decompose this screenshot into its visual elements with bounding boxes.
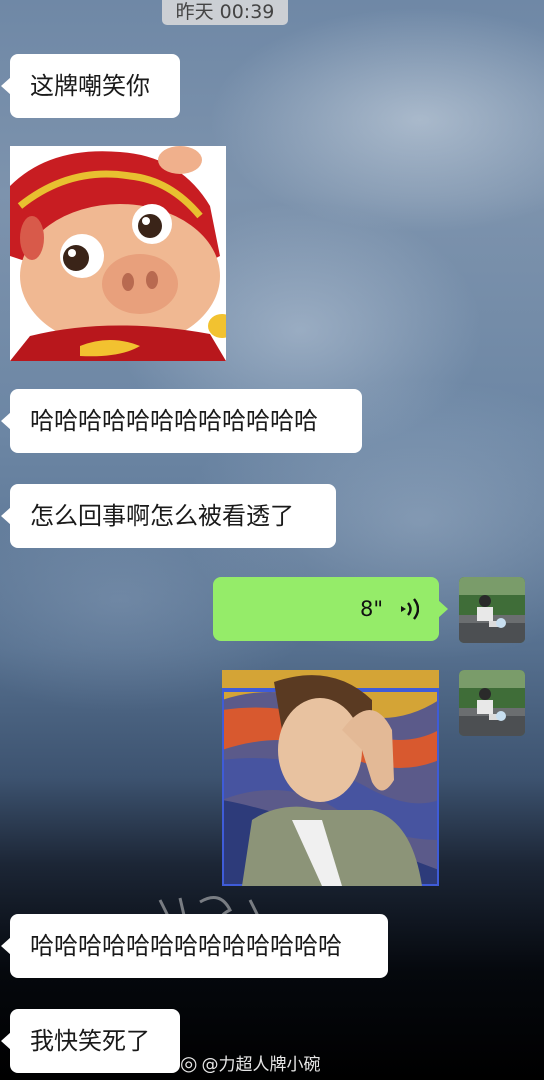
message-text: 我快笑死了 [30, 1027, 150, 1055]
pig-cartoon-sticker[interactable] [10, 146, 226, 361]
message-text: 哈哈哈哈哈哈哈哈哈哈哈哈 [30, 407, 318, 435]
user-avatar[interactable] [459, 670, 525, 736]
pig-face-icon [10, 146, 226, 361]
message-text: 怎么回事啊怎么被看透了 [30, 502, 294, 530]
voice-duration: 8" [359, 596, 383, 621]
sent-voice-message[interactable]: 8" [213, 577, 448, 641]
received-text-message[interactable]: 这牌嘲笑你 [1, 54, 180, 118]
received-text-message[interactable]: 哈哈哈哈哈哈哈哈哈哈哈哈哈 [1, 914, 388, 978]
message-text: 哈哈哈哈哈哈哈哈哈哈哈哈哈 [30, 932, 342, 960]
message-timestamp: 昨天 00:39 [162, 0, 288, 25]
received-text-message[interactable]: 怎么回事啊怎么被看透了 [1, 484, 336, 548]
man-photo-icon [222, 670, 439, 886]
message-text: 这牌嘲笑你 [30, 72, 150, 100]
voice-wave-icon [401, 598, 419, 620]
user-avatar[interactable] [459, 577, 525, 643]
avatar-photo-icon [459, 670, 525, 736]
weibo-watermark: ◎ @力超人牌小碗 [180, 1050, 320, 1075]
watermark-handle: @力超人牌小碗 [201, 1055, 321, 1075]
avatar-photo-icon [459, 577, 525, 643]
man-hand-on-head-sticker[interactable] [222, 670, 439, 886]
received-text-message[interactable]: 我快笑死了 [1, 1009, 180, 1073]
weibo-logo-icon: ◎ [180, 1051, 198, 1075]
received-text-message[interactable]: 哈哈哈哈哈哈哈哈哈哈哈哈 [1, 389, 362, 453]
